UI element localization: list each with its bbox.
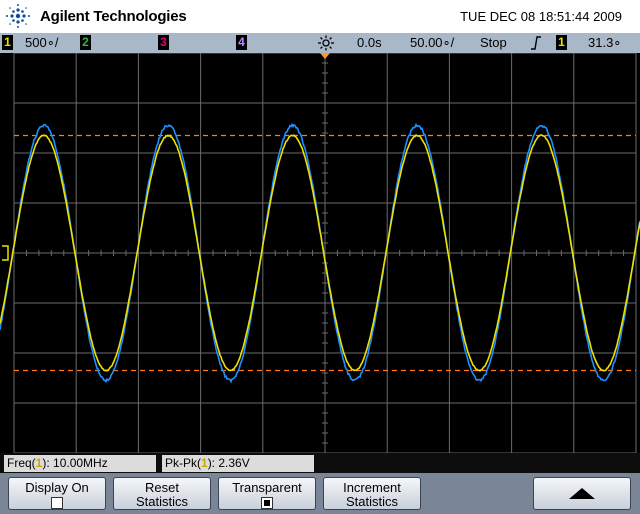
brand-logo: Agilent Technologies: [4, 2, 187, 30]
trigger-position-icon: [318, 35, 334, 51]
header-bar: Agilent Technologies TUE DEC 08 18:51:44…: [0, 0, 640, 33]
channel-1-badge[interactable]: 1: [2, 35, 13, 50]
channel-1-level-marker: [2, 245, 9, 261]
transparent-label: Transparent: [232, 480, 302, 495]
run-state[interactable]: Stop: [480, 35, 507, 50]
waveform-display[interactable]: [0, 53, 640, 453]
transparent-checkbox[interactable]: [261, 496, 273, 509]
trigger-level[interactable]: 31.3∘: [588, 35, 621, 50]
frequency-measurement: Freq(1): 10.00MHz: [4, 455, 156, 472]
measurement-bar: Freq(1): 10.00MHz Pk-Pk(1): 2.36V: [0, 453, 640, 473]
pkpk-label: Pk-Pk(: [165, 456, 201, 470]
agilent-spark-icon: [6, 4, 30, 28]
pkpk-value: ): 2.36V: [207, 456, 250, 470]
display-on-button[interactable]: Display On: [8, 477, 106, 510]
freq-label: Freq(: [7, 456, 36, 470]
transparent-button[interactable]: Transparent: [218, 477, 316, 510]
up-arrow-icon: [569, 488, 595, 499]
channel-1-scale[interactable]: 500∘/: [25, 35, 58, 50]
date-time: TUE DEC 08 18:51:44 2009: [460, 9, 622, 24]
reset-label-line1: Reset: [145, 480, 179, 495]
pkpk-channel: 1: [201, 456, 208, 470]
trigger-source-badge[interactable]: 1: [556, 35, 567, 50]
increment-label-line2: Statistics: [345, 494, 398, 509]
trigger-position-marker: [320, 53, 330, 59]
softkey-bar: Display On Reset Statistics Transparent …: [0, 473, 640, 514]
menu-up-button[interactable]: [533, 477, 631, 510]
pkpk-measurement: Pk-Pk(1): 2.36V: [162, 455, 314, 472]
display-on-label: Display On: [25, 480, 89, 495]
display-on-checkbox[interactable]: [51, 496, 63, 509]
time-delay[interactable]: 0.0s: [357, 35, 382, 50]
reset-statistics-button[interactable]: Reset Statistics: [113, 477, 211, 510]
reset-label-line2: Statistics: [135, 494, 188, 509]
status-bar: 1 500∘/ 2 3 4 0.0s 50.00∘/ Stop 1 31.3∘: [0, 33, 640, 53]
increment-statistics-button[interactable]: Increment Statistics: [323, 477, 421, 510]
timebase-scale[interactable]: 50.00∘/: [410, 35, 454, 50]
brand-name: Agilent Technologies: [40, 7, 187, 25]
waveform-graticule: [0, 53, 640, 453]
channel-4-badge[interactable]: 4: [236, 35, 247, 50]
channel-2-badge[interactable]: 2: [80, 35, 91, 50]
channel-3-badge[interactable]: 3: [158, 35, 169, 50]
rising-edge-icon: [531, 36, 541, 50]
increment-label-line1: Increment: [343, 480, 401, 495]
freq-value: ): 10.00MHz: [42, 456, 108, 470]
